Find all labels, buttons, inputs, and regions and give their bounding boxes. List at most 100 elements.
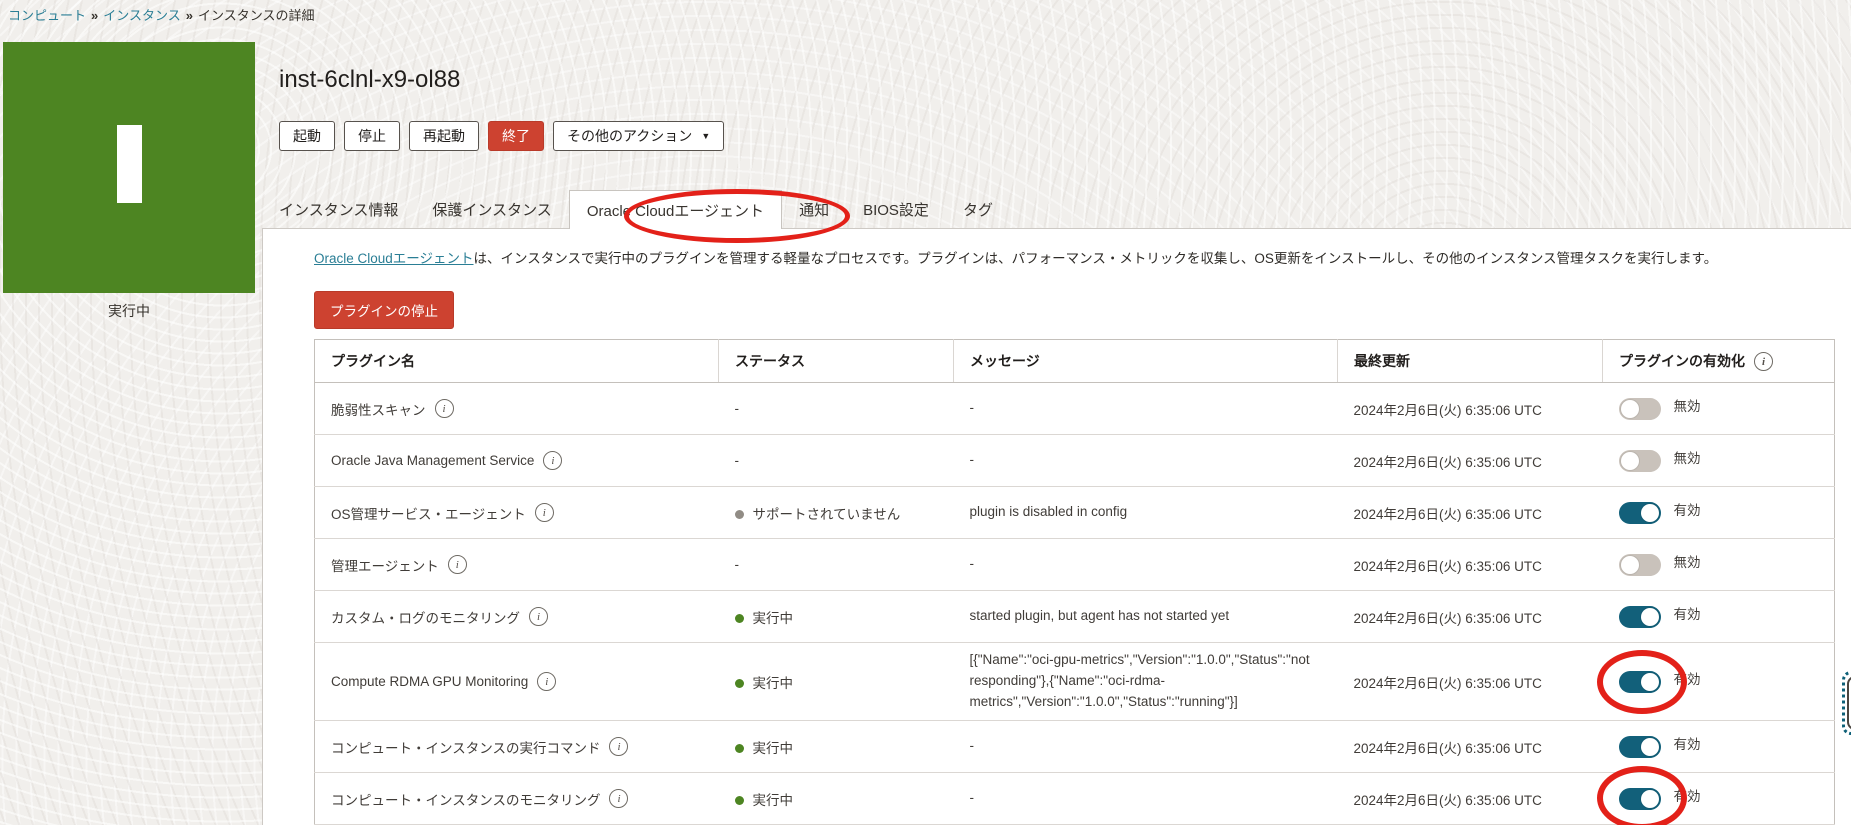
tab-bios-settings[interactable]: BIOS設定 (846, 190, 946, 229)
feedback-flyout-inner (1847, 676, 1851, 730)
column-header: ステータス (719, 340, 954, 383)
last-updated: 2024年2月6日(火) 6:35:06 UTC (1338, 487, 1603, 539)
toggle-state-label: 有効 (1674, 672, 1701, 687)
plugin-toggle[interactable] (1619, 502, 1661, 524)
plugin-name: コンピュート・インスタンスのモニタリング (331, 789, 600, 809)
breadcrumb-item-compute[interactable]: コンピュート (8, 8, 86, 23)
stop-plugins-button[interactable]: プラグインの停止 (314, 291, 454, 329)
info-icon[interactable]: i (1754, 352, 1773, 371)
status-text: - (735, 453, 740, 468)
status-text: 実行中 (753, 676, 794, 691)
info-icon[interactable]: i (448, 555, 467, 574)
instance-status-label: 実行中 (3, 301, 255, 321)
tab-notifications[interactable]: 通知 (782, 190, 846, 229)
plugin-name: コンピュート・インスタンスの実行コマンド (331, 737, 600, 757)
toggle-knob (1641, 673, 1659, 691)
column-header-label: ステータス (735, 353, 805, 369)
status-text: - (735, 401, 740, 416)
more-actions-button[interactable]: その他のアクション ▼ (553, 121, 724, 151)
plugin-table-header-row: プラグイン名ステータス メッセージ 最終更新 プラグインの有効化 i (315, 340, 1835, 383)
toggle-state-label: 無効 (1674, 555, 1701, 570)
table-row: コンピュート・インスタンスの実行コマンド i 実行中 - 2024年2月6日(火)… (315, 721, 1835, 773)
plugin-name: 管理エージェント (331, 555, 439, 575)
status-text: 実行中 (753, 793, 794, 808)
plugin-toggle[interactable] (1619, 736, 1661, 758)
column-header-label: メッセージ (970, 353, 1040, 369)
plugin-table-body: 脆弱性スキャン i - - 2024年2月6日(火) 6:35:06 UTC 無効… (315, 383, 1835, 825)
plugin-name: 脆弱性スキャン (331, 399, 426, 419)
plugin-toggle[interactable] (1619, 788, 1661, 810)
tab-instance-information[interactable]: インスタンス情報 (262, 190, 415, 229)
breadcrumb-item-instances[interactable]: インスタンス (103, 8, 180, 23)
start-button[interactable]: 起動 (279, 121, 335, 151)
plugin-name: Compute RDMA GPU Monitoring (331, 674, 528, 689)
message-text: started plugin, but agent has not starte… (954, 591, 1338, 643)
table-row: Compute RDMA GPU Monitoringi 実行中 [{"Name… (315, 643, 1835, 721)
status-dot (735, 510, 744, 519)
info-icon[interactable]: i (609, 737, 628, 756)
toggle-state-label: 有効 (1674, 789, 1701, 804)
last-updated: 2024年2月6日(火) 6:35:06 UTC (1338, 591, 1603, 643)
stop-button[interactable]: 停止 (344, 121, 400, 151)
column-header: プラグインの有効化 i (1603, 340, 1835, 383)
info-icon[interactable]: i (537, 672, 556, 691)
toggle-knob (1641, 608, 1659, 626)
status-dot (735, 679, 744, 688)
column-header: 最終更新 (1338, 340, 1603, 383)
plugin-toggle[interactable] (1619, 450, 1661, 472)
last-updated: 2024年2月6日(火) 6:35:06 UTC (1338, 383, 1603, 435)
stop-label: 停止 (358, 126, 386, 146)
plugin-toggle[interactable] (1619, 554, 1661, 576)
table-row: コンピュート・インスタンスのモニタリングi 実行中 - 2024年2月6日(火)… (315, 773, 1835, 825)
toggle-knob (1621, 556, 1639, 574)
column-header: プラグイン名 (315, 340, 719, 383)
tab-shielded-instance[interactable]: 保護インスタンス (415, 190, 568, 229)
message-text: - (954, 721, 1338, 773)
last-updated: 2024年2月6日(火) 6:35:06 UTC (1338, 643, 1603, 721)
breadcrumb-separator: » (186, 8, 193, 23)
start-label: 起動 (293, 126, 321, 146)
plugin-table: プラグイン名ステータス メッセージ 最終更新 プラグインの有効化 i 脆弱性スキャン i … (314, 339, 1835, 825)
column-header-label: 最終更新 (1354, 353, 1410, 369)
toggle-state-label: 有効 (1674, 607, 1701, 622)
caret-down-icon: ▼ (701, 132, 710, 141)
agent-description: Oracle Cloudエージェントは、インスタンスで実行中のプラグインを管理す… (314, 247, 1794, 267)
tab-oracle-cloud-agent[interactable]: Oracle Cloudエージェント (569, 190, 782, 229)
plugin-toggle[interactable] (1619, 606, 1661, 628)
plugin-toggle[interactable] (1619, 398, 1661, 420)
breadcrumb: コンピュート»インスタンス»インスタンスの詳細 (8, 5, 314, 24)
more-actions-label: その他のアクション (567, 126, 692, 146)
info-icon[interactable]: i (543, 451, 562, 470)
table-row: Oracle Java Management Servicei - - 2024… (315, 435, 1835, 487)
table-row: カスタム・ログのモニタリングi 実行中 started plugin, but … (315, 591, 1835, 643)
table-row: 脆弱性スキャンi - - 2024年2月6日(火) 6:35:06 UTC 無効 (315, 383, 1835, 435)
reboot-button[interactable]: 再起動 (409, 121, 479, 151)
tab-tags[interactable]: タグ (946, 190, 1010, 229)
agent-description-text: は、インスタンスで実行中のプラグインを管理する軽量なプロセスです。プラグインは、… (474, 251, 1718, 266)
status-dot (735, 796, 744, 805)
column-header-label: プラグインの有効化 (1619, 353, 1745, 369)
page-title: inst-6clnl-x9-ol88 (279, 66, 460, 94)
plugin-toggle[interactable] (1619, 671, 1661, 693)
info-icon[interactable]: i (535, 503, 554, 522)
toggle-state-label: 無効 (1674, 399, 1701, 414)
toggle-knob (1641, 504, 1659, 522)
last-updated: 2024年2月6日(火) 6:35:06 UTC (1338, 539, 1603, 591)
table-row: OS管理サービス・エージェントi サポートされていません plugin is d… (315, 487, 1835, 539)
oracle-cloud-agent-link[interactable]: Oracle Cloudエージェント (314, 251, 474, 266)
info-icon[interactable]: i (529, 607, 548, 626)
toggle-knob (1641, 738, 1659, 756)
feedback-flyout-button[interactable] (1842, 671, 1851, 735)
plugin-name: OS管理サービス・エージェント (331, 503, 526, 523)
status-text: - (735, 557, 740, 572)
instance-state-avatar (3, 42, 255, 293)
terminate-button[interactable]: 終了 (488, 121, 544, 151)
last-updated: 2024年2月6日(火) 6:35:06 UTC (1338, 721, 1603, 773)
info-icon[interactable]: i (435, 399, 454, 418)
info-icon[interactable]: i (609, 789, 628, 808)
status-text: 実行中 (753, 741, 794, 756)
breadcrumb-separator: » (91, 8, 98, 23)
status-text: 実行中 (753, 611, 794, 626)
status-dot (735, 744, 744, 753)
status-text: サポートされていません (753, 507, 901, 522)
